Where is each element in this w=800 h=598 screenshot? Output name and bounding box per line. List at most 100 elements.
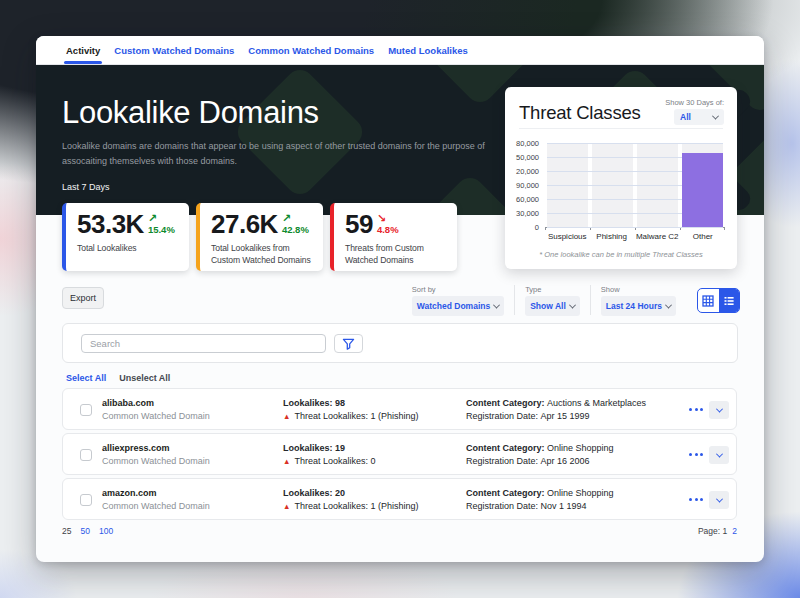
stat-total-lookalikes: 53.3K ↗15.4% Total Lookalikes (62, 203, 189, 271)
x-axis-label: Other (683, 232, 723, 241)
domain-type: Common Watched Domain (102, 500, 210, 513)
stat-delta: 42.8% (282, 224, 309, 235)
page-size-50[interactable]: 50 (80, 526, 89, 536)
chart-footnote: * One lookalike can be in multiple Threa… (505, 250, 737, 259)
tab-common-watched-domains[interactable]: Common Watched Domains (248, 36, 374, 64)
trend-up-icon: ↗ (282, 213, 291, 224)
warning-triangle-icon: ▲ (283, 500, 290, 513)
warning-triangle-icon: ▲ (283, 455, 290, 468)
threat-classes-card: Threat Classes Show 30 Days of: All 80,0… (505, 87, 737, 269)
expand-row-button[interactable] (709, 446, 729, 464)
y-tick-label: 0 (535, 223, 539, 232)
registration-date: Apr 16 2006 (541, 455, 590, 468)
domain-row: amazon.com Common Watched Domain Lookali… (62, 478, 737, 520)
show-group: Show Last 24 Hours (601, 285, 676, 316)
threat-classes-title: Threat Classes (519, 102, 641, 124)
x-axis-labels: Suspicious Phishing Malware C2 Other (547, 232, 723, 241)
divider (590, 285, 591, 315)
stat-total-lookalikes-custom: 27.6K ↗42.8% Total Lookalikes from Custo… (196, 203, 323, 271)
stat-cards: 53.3K ↗15.4% Total Lookalikes 27.6K ↗42.… (62, 203, 457, 271)
chevron-down-icon (715, 405, 722, 412)
more-actions-button[interactable] (689, 453, 703, 456)
filter-button[interactable] (334, 334, 363, 353)
y-tick-label: 20,000 (516, 167, 539, 176)
tab-muted-lookalikes[interactable]: Muted Lookalikes (388, 36, 468, 64)
stat-value: 53.3K (77, 212, 144, 237)
list-view-button[interactable] (719, 289, 740, 312)
threat-count: 1 (Phishing) (371, 500, 419, 513)
domain-type: Common Watched Domain (102, 455, 210, 468)
show-label: Show (601, 285, 676, 294)
domain-type: Common Watched Domain (102, 410, 210, 423)
row-checkbox[interactable] (80, 404, 92, 416)
domain-name: alibaba.com (102, 397, 210, 410)
domain-name: alliexpress.com (102, 442, 210, 455)
show-30-days-label: Show 30 Days of: (665, 98, 724, 107)
divider (514, 285, 515, 315)
x-axis-label: Malware C2 (636, 232, 679, 241)
row-checkbox[interactable] (80, 494, 92, 506)
filter-controls: Sort by Watched Domains Type Show All Sh… (412, 285, 676, 316)
chevron-down-icon (493, 301, 500, 308)
expand-row-button[interactable] (709, 401, 729, 419)
x-axis-label: Suspicious (547, 232, 587, 241)
lookalikes-count: 98 (335, 397, 345, 410)
threat-count: 0 (371, 455, 376, 468)
divider (519, 128, 723, 129)
stat-label: Total Lookalikes (77, 242, 184, 254)
period-label: Last 7 Days (62, 182, 110, 192)
tab-custom-watched-domains[interactable]: Custom Watched Domains (114, 36, 234, 64)
tab-bar: Activity Custom Watched Domains Common W… (36, 36, 764, 65)
select-all-link[interactable]: Select All (66, 373, 106, 383)
content-category: Online Shopping (547, 442, 614, 455)
diamond-pattern (232, 65, 368, 200)
chevron-down-icon (712, 112, 719, 119)
show-dropdown[interactable]: Last 24 Hours (601, 296, 676, 316)
stat-value: 59 (345, 212, 373, 237)
row-checkbox[interactable] (80, 449, 92, 461)
lookalikes-count: 19 (335, 442, 345, 455)
expand-row-button[interactable] (709, 491, 729, 509)
type-dropdown[interactable]: Show All (525, 296, 580, 316)
sort-by-label: Sort by (412, 285, 504, 294)
grid-view-button[interactable] (698, 289, 719, 312)
page-2-link[interactable]: 2 (732, 526, 737, 536)
search-panel: Search (62, 323, 738, 363)
chart-column-other (682, 143, 723, 227)
current-page-label: Page: 1 (698, 526, 727, 536)
search-input[interactable]: Search (81, 334, 326, 353)
more-actions-button[interactable] (689, 498, 703, 501)
stat-delta: 4.8% (377, 224, 399, 235)
y-tick-label: 60,000 (516, 195, 539, 204)
domain-row: alliexpress.com Common Watched Domain Lo… (62, 433, 737, 475)
dropdown-value: All (680, 112, 691, 122)
selection-links: Select All Unselect All (66, 373, 170, 383)
chevron-down-icon (569, 301, 576, 308)
warning-triangle-icon: ▲ (283, 410, 290, 423)
y-tick-label: 80,000 (516, 139, 539, 148)
pagination: 25 50 100 Page: 1 2 (62, 526, 737, 536)
list-icon (723, 295, 735, 307)
more-actions-button[interactable] (689, 408, 703, 411)
threat-class-dropdown[interactable]: All (674, 109, 724, 125)
page-size-25[interactable]: 25 (62, 526, 71, 536)
stat-label: Threats from Custom Watched Domains (345, 242, 452, 266)
domain-row: alibaba.com Common Watched Domain Lookal… (62, 388, 737, 430)
registration-date: Apr 15 1999 (541, 410, 590, 423)
content-category: Online Shopping (547, 487, 614, 500)
view-toggle-group (697, 288, 740, 313)
y-tick-label: 30,000 (516, 209, 539, 218)
content-category: Auctions & Marketplaces (547, 397, 646, 410)
grid-icon (702, 295, 714, 307)
tab-activity[interactable]: Activity (66, 36, 100, 64)
page-size-100[interactable]: 100 (99, 526, 113, 536)
export-button[interactable]: Export (62, 287, 104, 309)
trend-down-icon: ↘ (377, 213, 386, 224)
stat-delta: 15.4% (148, 224, 175, 235)
y-tick-label: 50,000 (516, 153, 539, 162)
main-card: Activity Custom Watched Domains Common W… (36, 36, 764, 562)
unselect-all-link[interactable]: Unselect All (119, 373, 170, 383)
x-axis-label: Phishing (591, 232, 631, 241)
sort-by-dropdown[interactable]: Watched Domains (412, 296, 504, 316)
stat-value: 27.6K (211, 212, 278, 237)
